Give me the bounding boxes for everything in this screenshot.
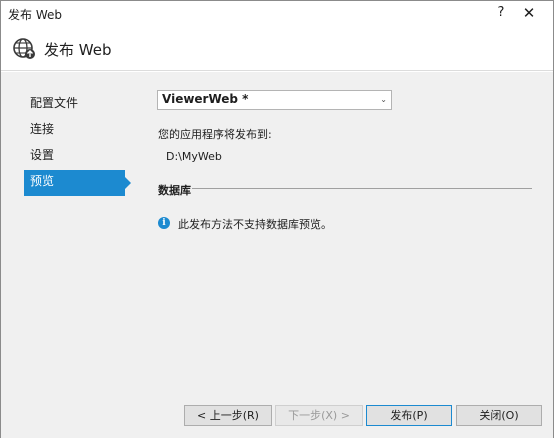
window-title: 发布 Web [8, 8, 62, 22]
section-divider [192, 188, 532, 189]
publish-web-dialog: 发布 Web ? ✕ 发布 Web 配置文件 连接 设置 预览 ViewerWe… [0, 0, 554, 438]
nav-item-settings[interactable]: 设置 [24, 144, 132, 170]
profile-dropdown[interactable]: ViewerWeb * ⌄ [157, 90, 392, 110]
chevron-down-icon: ⌄ [380, 95, 387, 104]
help-button[interactable]: ? [489, 3, 513, 23]
nav-item-label: 预览 [30, 174, 55, 188]
nav-item-label: 配置文件 [30, 96, 79, 110]
nav-item-profile[interactable]: 配置文件 [24, 92, 132, 118]
previous-button[interactable]: < 上一步(R) [184, 405, 272, 426]
nav-item-label: 连接 [30, 122, 55, 136]
publish-button[interactable]: 发布(P) [366, 405, 452, 426]
close-window-button[interactable]: ✕ [517, 3, 541, 23]
publish-path: D:\MyWeb [166, 150, 222, 163]
dialog-header: 发布 Web [1, 27, 553, 71]
dialog-content: 配置文件 连接 设置 预览 ViewerWeb * ⌄ 您的应用程序将发布到: … [1, 72, 553, 438]
database-info-message: 此发布方法不支持数据库预览。 [178, 218, 332, 231]
nav-item-connection[interactable]: 连接 [24, 118, 132, 144]
dialog-header-title: 发布 Web [44, 41, 112, 59]
publish-to-label: 您的应用程序将发布到: [158, 128, 272, 141]
database-section-header: 数据库 [158, 182, 532, 198]
profile-dropdown-value: ViewerWeb * [162, 92, 249, 106]
wizard-nav: 配置文件 连接 设置 预览 [24, 92, 132, 196]
nav-item-preview[interactable]: 预览 [24, 170, 131, 196]
nav-item-label: 设置 [30, 148, 55, 162]
database-section-title: 数据库 [158, 184, 191, 197]
globe-upload-icon [12, 36, 36, 60]
title-bar: 发布 Web ? ✕ [1, 1, 553, 27]
next-button[interactable]: 下一步(X) > [275, 405, 363, 426]
close-button[interactable]: 关闭(O) [456, 405, 542, 426]
info-icon: i [158, 217, 170, 229]
